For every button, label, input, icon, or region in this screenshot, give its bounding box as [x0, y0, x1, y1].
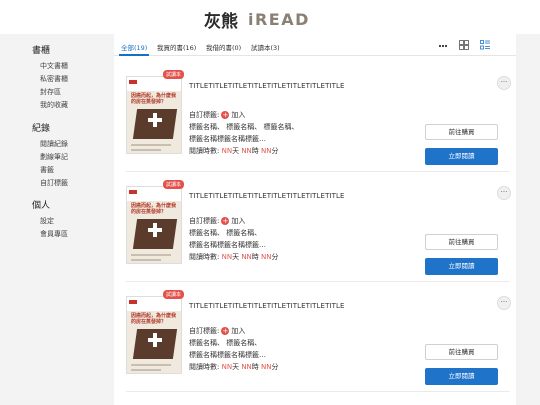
days-unit: 天	[232, 253, 240, 261]
trial-badge: 試讀本	[163, 290, 185, 299]
add-tag-icon[interactable]: +	[221, 327, 230, 335]
custom-tag-label: 自訂標籤:	[189, 111, 220, 119]
cross-icon	[148, 223, 162, 237]
minutes-unit: 分	[271, 253, 279, 261]
header: 灰熊 iREAD	[0, 0, 540, 34]
tag-names-line: 標籤名稱、 標籤名稱、 標籤名稱、	[189, 123, 299, 131]
logo[interactable]: 灰熊 iREAD	[204, 7, 310, 32]
read-now-button[interactable]: 立即閱讀	[425, 148, 498, 165]
days-unit: 天	[232, 363, 240, 371]
logo-chinese-text: 灰熊	[204, 12, 238, 32]
minutes-unit: 分	[271, 363, 279, 371]
reading-time-label: 閱讀時數:	[189, 253, 220, 261]
tab-borrowed[interactable]: 我借的書(0)	[206, 42, 241, 52]
go-buy-button[interactable]: 前往購買	[425, 344, 498, 360]
book-card: 因癌而起，為什麼我的房在蒸發掉？ 試讀本 TITLETITLETITLETITL…	[126, 178, 511, 282]
tag-names-line: 標籤名稱標籤名稱標籤…	[189, 135, 266, 143]
add-tag-link[interactable]: 加入	[231, 217, 245, 225]
reading-time: 閱讀時數: NN天 NN時 NN分	[189, 362, 279, 372]
cross-icon	[148, 333, 162, 347]
read-now-button[interactable]: 立即閱讀	[425, 368, 498, 385]
custom-tag-row: 自訂標籤: + 加入	[189, 216, 245, 226]
grid-view-icon[interactable]	[458, 39, 470, 51]
reading-days-value: NN	[221, 253, 233, 261]
add-tag-link[interactable]: 加入	[231, 111, 245, 119]
bookshelf-panel: 全部(19) 我買的書(16) 我借的書(0) 試讀本(3) 因癌而起，為什麼我…	[114, 34, 516, 405]
book-cover[interactable]: 因癌而起，為什麼我的房在蒸發掉？	[126, 76, 182, 154]
sidebar: 書櫃 中文書櫃 私密書櫃 封存區 我的收藏 紀錄 閱讀紀錄 劃線筆記 書籤 自訂…	[0, 34, 103, 405]
reading-hours-value: NN	[241, 253, 252, 261]
sidebar-item-member-area[interactable]: 會員專區	[40, 229, 68, 239]
hours-unit: 時	[251, 363, 259, 371]
reading-time: 閱讀時數: NN天 NN時 NN分	[189, 252, 279, 262]
sidebar-section-records: 紀錄	[32, 124, 51, 134]
sidebar-item-private-bookshelf[interactable]: 私密書櫃	[40, 74, 68, 84]
tag-names-line: 標籤名稱標籤名稱標籤…	[189, 351, 266, 359]
list-view-icon[interactable]	[479, 39, 491, 51]
main-content: 全部(19) 我買的書(16) 我借的書(0) 試讀本(3) 因癌而起，為什麼我…	[103, 34, 540, 405]
book-title[interactable]: TITLETITLETITLETITLETITLETITLETITLETITLE	[189, 82, 345, 90]
read-now-button[interactable]: 立即閱讀	[425, 258, 498, 275]
reading-time-label: 閱讀時數:	[189, 363, 220, 371]
trial-badge: 試讀本	[163, 180, 185, 189]
sidebar-item-chinese-bookshelf[interactable]: 中文書櫃	[40, 61, 68, 71]
book-card: 因癌而起，為什麼我的房在蒸發掉？ 試讀本 TITLETITLETITLETITL…	[126, 68, 511, 172]
sidebar-item-settings[interactable]: 設定	[40, 216, 54, 226]
reading-days-value: NN	[221, 363, 233, 371]
logo-english-text: iREAD	[248, 10, 310, 29]
custom-tag-label: 自訂標籤:	[189, 327, 220, 335]
sidebar-section-personal: 個人	[32, 201, 51, 211]
book-card: 因癌而起，為什麼我的房在蒸發掉？ 試讀本 TITLETITLETITLETITL…	[126, 288, 511, 392]
custom-tag-row: 自訂標籤: + 加入	[189, 110, 245, 120]
book-cover[interactable]: 因癌而起，為什麼我的房在蒸發掉？	[126, 296, 182, 374]
reading-hours-value: NN	[241, 147, 252, 155]
go-buy-button[interactable]: 前往購買	[425, 234, 498, 250]
add-tag-icon[interactable]: +	[221, 217, 230, 225]
add-tag-icon[interactable]: +	[221, 111, 230, 119]
book-cover[interactable]: 因癌而起，為什麼我的房在蒸發掉？	[126, 186, 182, 264]
minutes-unit: 分	[271, 147, 279, 155]
book-title[interactable]: TITLETITLETITLETITLETITLETITLETITLETITLE	[189, 192, 345, 200]
cover-title-text: 因癌而起，為什麼我的房在蒸發掉？	[131, 203, 177, 215]
hours-unit: 時	[251, 147, 259, 155]
sidebar-section-bookshelf: 書櫃	[32, 46, 51, 56]
sidebar-item-bookmarks[interactable]: 書籤	[40, 165, 54, 175]
reading-minutes-value: NN	[261, 253, 272, 261]
sidebar-item-highlight-notes[interactable]: 劃線筆記	[40, 152, 68, 162]
reading-time: 閱讀時數: NN天 NN時 NN分	[189, 146, 279, 156]
custom-tag-label: 自訂標籤:	[189, 217, 220, 225]
card-more-button[interactable]: ···	[497, 76, 511, 90]
reading-hours-value: NN	[241, 363, 252, 371]
add-tag-link[interactable]: 加入	[231, 327, 245, 335]
card-more-button[interactable]: ···	[497, 296, 511, 310]
more-horizontal-icon[interactable]	[437, 39, 449, 51]
filter-tabs: 全部(19) 我買的書(16) 我借的書(0) 試讀本(3)	[114, 34, 516, 56]
sidebar-item-reading-records[interactable]: 閱讀紀錄	[40, 139, 68, 149]
reading-minutes-value: NN	[261, 147, 272, 155]
tag-names-line: 標籤名稱、 標籤名稱、	[189, 229, 262, 237]
cross-icon	[148, 113, 162, 127]
go-buy-button[interactable]: 前往購買	[425, 124, 498, 140]
card-more-button[interactable]: ···	[497, 186, 511, 200]
tab-purchased[interactable]: 我買的書(16)	[157, 42, 196, 52]
days-unit: 天	[232, 147, 240, 155]
reading-days-value: NN	[221, 147, 233, 155]
trial-badge: 試讀本	[163, 70, 185, 79]
sidebar-item-archive[interactable]: 封存區	[40, 87, 61, 97]
hours-unit: 時	[251, 253, 259, 261]
book-title[interactable]: TITLETITLETITLETITLETITLETITLETITLETITLE	[189, 302, 345, 310]
cover-title-text: 因癌而起，為什麼我的房在蒸發掉？	[131, 313, 177, 325]
tag-names-line: 標籤名稱、 標籤名稱、	[189, 339, 262, 347]
reading-time-label: 閱讀時數:	[189, 147, 220, 155]
custom-tag-row: 自訂標籤: + 加入	[189, 326, 245, 336]
sidebar-item-favorites[interactable]: 我的收藏	[40, 100, 68, 110]
tab-trial[interactable]: 試讀本(3)	[251, 42, 280, 52]
sidebar-item-custom-tags[interactable]: 自訂標籤	[40, 178, 68, 188]
tag-names-line: 標籤名稱標籤名稱標籤…	[189, 241, 266, 249]
tab-all[interactable]: 全部(19)	[121, 42, 147, 52]
active-tab-indicator	[119, 54, 149, 56]
reading-minutes-value: NN	[261, 363, 272, 371]
cover-title-text: 因癌而起，為什麼我的房在蒸發掉？	[131, 93, 177, 105]
